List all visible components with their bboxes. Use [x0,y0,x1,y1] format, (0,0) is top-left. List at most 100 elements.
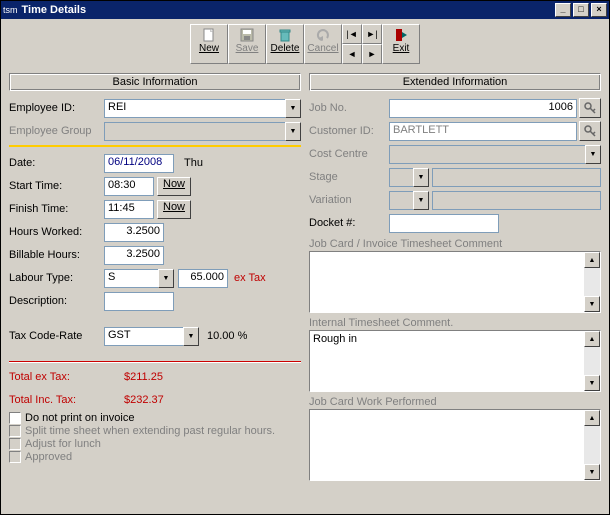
exit-icon [383,27,419,43]
total-ex-tax-value: $211.25 [124,371,163,383]
new-icon [191,27,227,43]
cancel-button[interactable]: Cancel [304,24,342,64]
customer-id-label: Customer ID: [309,125,389,137]
date-field[interactable]: 06/11/2008 [104,154,174,173]
customer-id-field[interactable]: BARTLETT [389,122,577,141]
total-ex-tax-label: Total ex Tax: [9,371,104,383]
toolbar: New Save Delete Cancel |◄ ►| ◄ ► [1,19,609,67]
docket-field[interactable] [389,214,499,233]
nav-next-button[interactable]: ► [362,44,382,64]
tax-code-dropdown[interactable]: ▼ [183,327,199,346]
titlebar: tsm Time Details _ □ × [1,1,609,19]
cost-centre-label: Cost Centre [309,148,389,160]
scroll-down-icon[interactable]: ▼ [584,464,600,480]
labour-rate-field[interactable]: 65.000 [178,269,228,288]
stage-label: Stage [309,171,389,183]
comment3-label: Job Card Work Performed [309,396,601,408]
basic-info-panel: Basic Information Employee ID: REI ▼ Emp… [9,73,301,481]
nav-buttons: |◄ ►| ◄ ► [342,24,382,64]
employee-id-field[interactable]: REI [104,99,285,118]
hours-worked-label: Hours Worked: [9,226,104,238]
minimize-button[interactable]: _ [555,3,571,17]
ex-tax-label: ex Tax [234,272,266,284]
total-inc-tax-value: $232.37 [124,394,164,406]
new-button[interactable]: New [190,24,228,64]
tax-pct-label: 10.00 % [207,330,247,342]
comment2-textarea[interactable]: Rough in ▲ ▼ [309,330,601,392]
maximize-button[interactable]: □ [573,3,589,17]
job-no-field[interactable]: 1006 [389,99,577,118]
checkbox-icon [9,438,21,450]
checkbox-icon [9,425,21,437]
labour-type-dropdown[interactable]: ▼ [158,269,174,288]
stage-dropdown[interactable]: ▼ [413,168,429,187]
key-icon [584,102,596,114]
scrollbar[interactable]: ▲ ▼ [584,331,600,391]
date-label: Date: [9,157,104,169]
variation-label: Variation [309,194,389,206]
checkbox-icon [9,412,21,424]
save-button[interactable]: Save [228,24,266,64]
job-no-lookup-button[interactable] [579,98,601,118]
comment1-textarea[interactable]: ▲ ▼ [309,251,601,313]
comment2-label: Internal Timesheet Comment. [309,317,601,329]
nav-first-button[interactable]: |◄ [342,24,362,44]
tax-code-label: Tax Code-Rate [9,330,104,342]
close-button[interactable]: × [591,3,607,17]
extended-info-panel: Extended Information Job No. 1006 Custom… [309,73,601,481]
employee-group-dropdown[interactable]: ▼ [285,122,301,141]
cost-centre-dropdown[interactable]: ▼ [585,145,601,164]
variation-desc-field [432,191,601,210]
start-now-button[interactable]: Now [157,177,191,196]
client-area: New Save Delete Cancel |◄ ►| ◄ ► [1,19,609,514]
docket-label: Docket #: [309,217,389,229]
billable-hours-label: Billable Hours: [9,249,104,261]
employee-id-dropdown[interactable]: ▼ [285,99,301,118]
basic-info-header: Basic Information [9,73,301,91]
day-label: Thu [184,157,203,169]
total-inc-tax-label: Total Inc. Tax: [9,394,104,406]
scroll-down-icon[interactable]: ▼ [584,375,600,391]
customer-lookup-button[interactable] [579,121,601,141]
scroll-down-icon[interactable]: ▼ [584,296,600,312]
scroll-up-icon[interactable]: ▲ [584,331,600,347]
labour-type-field[interactable]: S [104,269,158,288]
billable-hours-field[interactable]: 3.2500 [104,246,164,265]
employee-group-label: Employee Group [9,125,104,137]
checkbox-icon [9,451,21,463]
delete-button[interactable]: Delete [266,24,304,64]
comment3-textarea[interactable]: ▲ ▼ [309,409,601,481]
finish-time-label: Finish Time: [9,203,104,215]
labour-type-label: Labour Type: [9,272,104,284]
comment1-label: Job Card / Invoice Timesheet Comment [309,238,601,250]
variation-code-field [389,191,413,210]
job-no-label: Job No. [309,102,389,114]
tax-code-field[interactable]: GST [104,327,183,346]
scrollbar[interactable]: ▲ ▼ [584,252,600,312]
variation-dropdown[interactable]: ▼ [413,191,429,210]
scroll-up-icon[interactable]: ▲ [584,252,600,268]
stage-code-field [389,168,413,187]
checkbox-no-print[interactable]: Do not print on invoice [9,412,301,424]
scroll-up-icon[interactable]: ▲ [584,410,600,426]
key-icon [584,125,596,137]
checkbox-approved: Approved [9,451,301,463]
save-icon [229,27,265,43]
finish-time-field[interactable]: 11:45 [104,200,154,219]
description-field[interactable] [104,292,174,311]
hours-worked-field[interactable]: 3.2500 [104,223,164,242]
nav-prev-button[interactable]: ◄ [342,44,362,64]
employee-id-label: Employee ID: [9,102,104,114]
nav-last-button[interactable]: ►| [362,24,382,44]
checkbox-lunch: Adjust for lunch [9,438,301,450]
description-label: Description: [9,295,104,307]
start-time-label: Start Time: [9,180,104,192]
delete-icon [267,27,303,43]
finish-now-button[interactable]: Now [157,200,191,219]
stage-desc-field [432,168,601,187]
window-title: Time Details [22,4,87,16]
exit-button[interactable]: Exit [382,24,420,64]
cost-centre-field [389,145,585,164]
start-time-field[interactable]: 08:30 [104,177,154,196]
scrollbar[interactable]: ▲ ▼ [584,410,600,480]
